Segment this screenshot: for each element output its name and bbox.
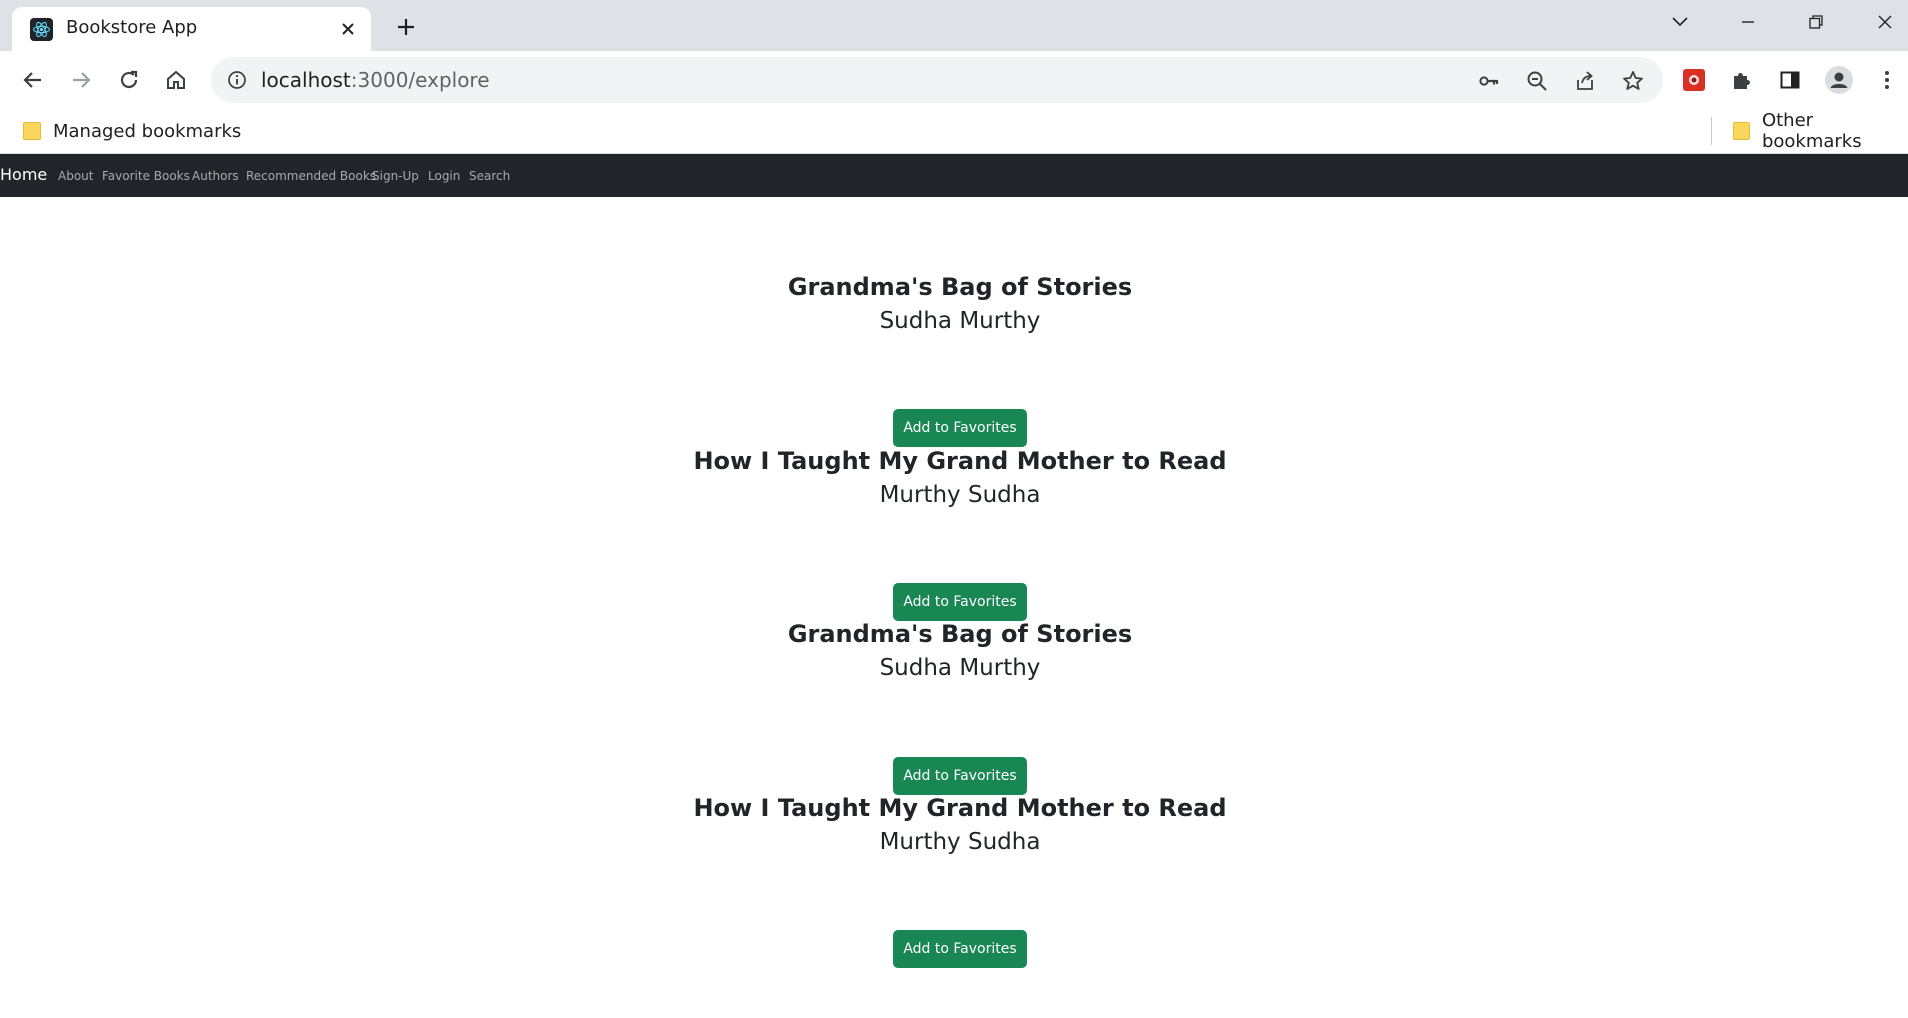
extension-red-icon[interactable] (1677, 63, 1711, 97)
url-host: localhost (261, 68, 351, 92)
app-navbar: Home About Favorite Books Authors Recomm… (0, 154, 1908, 197)
zoom-out-icon[interactable] (1522, 66, 1552, 96)
book-title: How I Taught My Grand Mother to Read (693, 794, 1227, 822)
book-author: Murthy Sudha (879, 829, 1041, 855)
add-to-favorites-button[interactable]: Add to Favorites (893, 409, 1027, 447)
close-tab-icon[interactable] (334, 15, 362, 43)
nav-home-link[interactable]: Home (0, 165, 47, 184)
nav-recommended-books-link[interactable]: Recommended Books (246, 169, 376, 183)
extensions-puzzle-icon[interactable] (1725, 63, 1759, 97)
nav-signup-link[interactable]: Sign-Up (372, 169, 419, 183)
bookmark-star-icon[interactable] (1618, 66, 1648, 96)
other-bookmarks-label: Other bookmarks (1761, 110, 1862, 152)
folder-icon (23, 122, 41, 140)
folder-icon (1733, 122, 1750, 140)
bookmarks-bar: Managed bookmarks Other bookmarks (0, 109, 1908, 154)
book-title: How I Taught My Grand Mother to Read (693, 447, 1227, 475)
address-bar[interactable]: localhost:3000/explore (211, 57, 1663, 103)
key-icon[interactable] (1474, 66, 1504, 96)
home-icon[interactable] (157, 61, 195, 99)
close-window-icon[interactable] (1860, 4, 1908, 40)
managed-bookmarks-label: Managed bookmarks (53, 120, 242, 142)
book-list: Grandma's Bag of Stories Sudha Murthy Ad… (0, 197, 1908, 1018)
menu-dots-icon[interactable] (1870, 63, 1904, 97)
url-path: :3000/explore (350, 68, 490, 92)
book-author: Murthy Sudha (879, 482, 1041, 508)
add-to-favorites-button[interactable]: Add to Favorites (893, 583, 1027, 621)
tab-title: Bookstore App (66, 17, 198, 38)
nav-authors-link[interactable]: Authors (192, 169, 239, 183)
profile-avatar-icon[interactable] (1822, 63, 1856, 97)
nav-login-link[interactable]: Login (428, 169, 460, 183)
book-author: Sudha Murthy (879, 308, 1041, 334)
share-icon[interactable] (1570, 66, 1600, 96)
add-to-favorites-button[interactable]: Add to Favorites (893, 930, 1027, 968)
forward-arrow-icon[interactable] (62, 61, 100, 99)
browser-toolbar: localhost:3000/explore (0, 51, 1908, 109)
managed-bookmarks-folder[interactable]: Managed bookmarks (23, 115, 241, 147)
other-bookmarks-folder[interactable]: Other bookmarks (1733, 110, 1908, 152)
nav-about-link[interactable]: About (58, 169, 93, 183)
book-title: Grandma's Bag of Stories (787, 620, 1133, 648)
new-tab-icon[interactable] (390, 11, 422, 43)
tab-search-chevron-icon[interactable] (1655, 4, 1705, 40)
browser-tab-strip: Bookstore App (0, 0, 1908, 51)
nav-search-link[interactable]: Search (469, 169, 510, 183)
url-text: localhost:3000/explore (261, 68, 490, 92)
minimize-icon[interactable] (1723, 4, 1773, 40)
book-title: Grandma's Bag of Stories (787, 273, 1133, 301)
react-favicon-icon (30, 18, 53, 41)
add-to-favorites-button[interactable]: Add to Favorites (893, 757, 1027, 795)
side-panel-icon[interactable] (1773, 63, 1807, 97)
nav-favorite-books-link[interactable]: Favorite Books (102, 169, 190, 183)
browser-tab[interactable]: Bookstore App (12, 7, 371, 51)
reload-icon[interactable] (110, 61, 148, 99)
restore-window-icon[interactable] (1791, 4, 1841, 40)
bookmarks-separator (1711, 117, 1712, 145)
book-author: Sudha Murthy (879, 655, 1041, 681)
site-info-icon[interactable] (225, 68, 249, 92)
back-arrow-icon[interactable] (14, 61, 52, 99)
